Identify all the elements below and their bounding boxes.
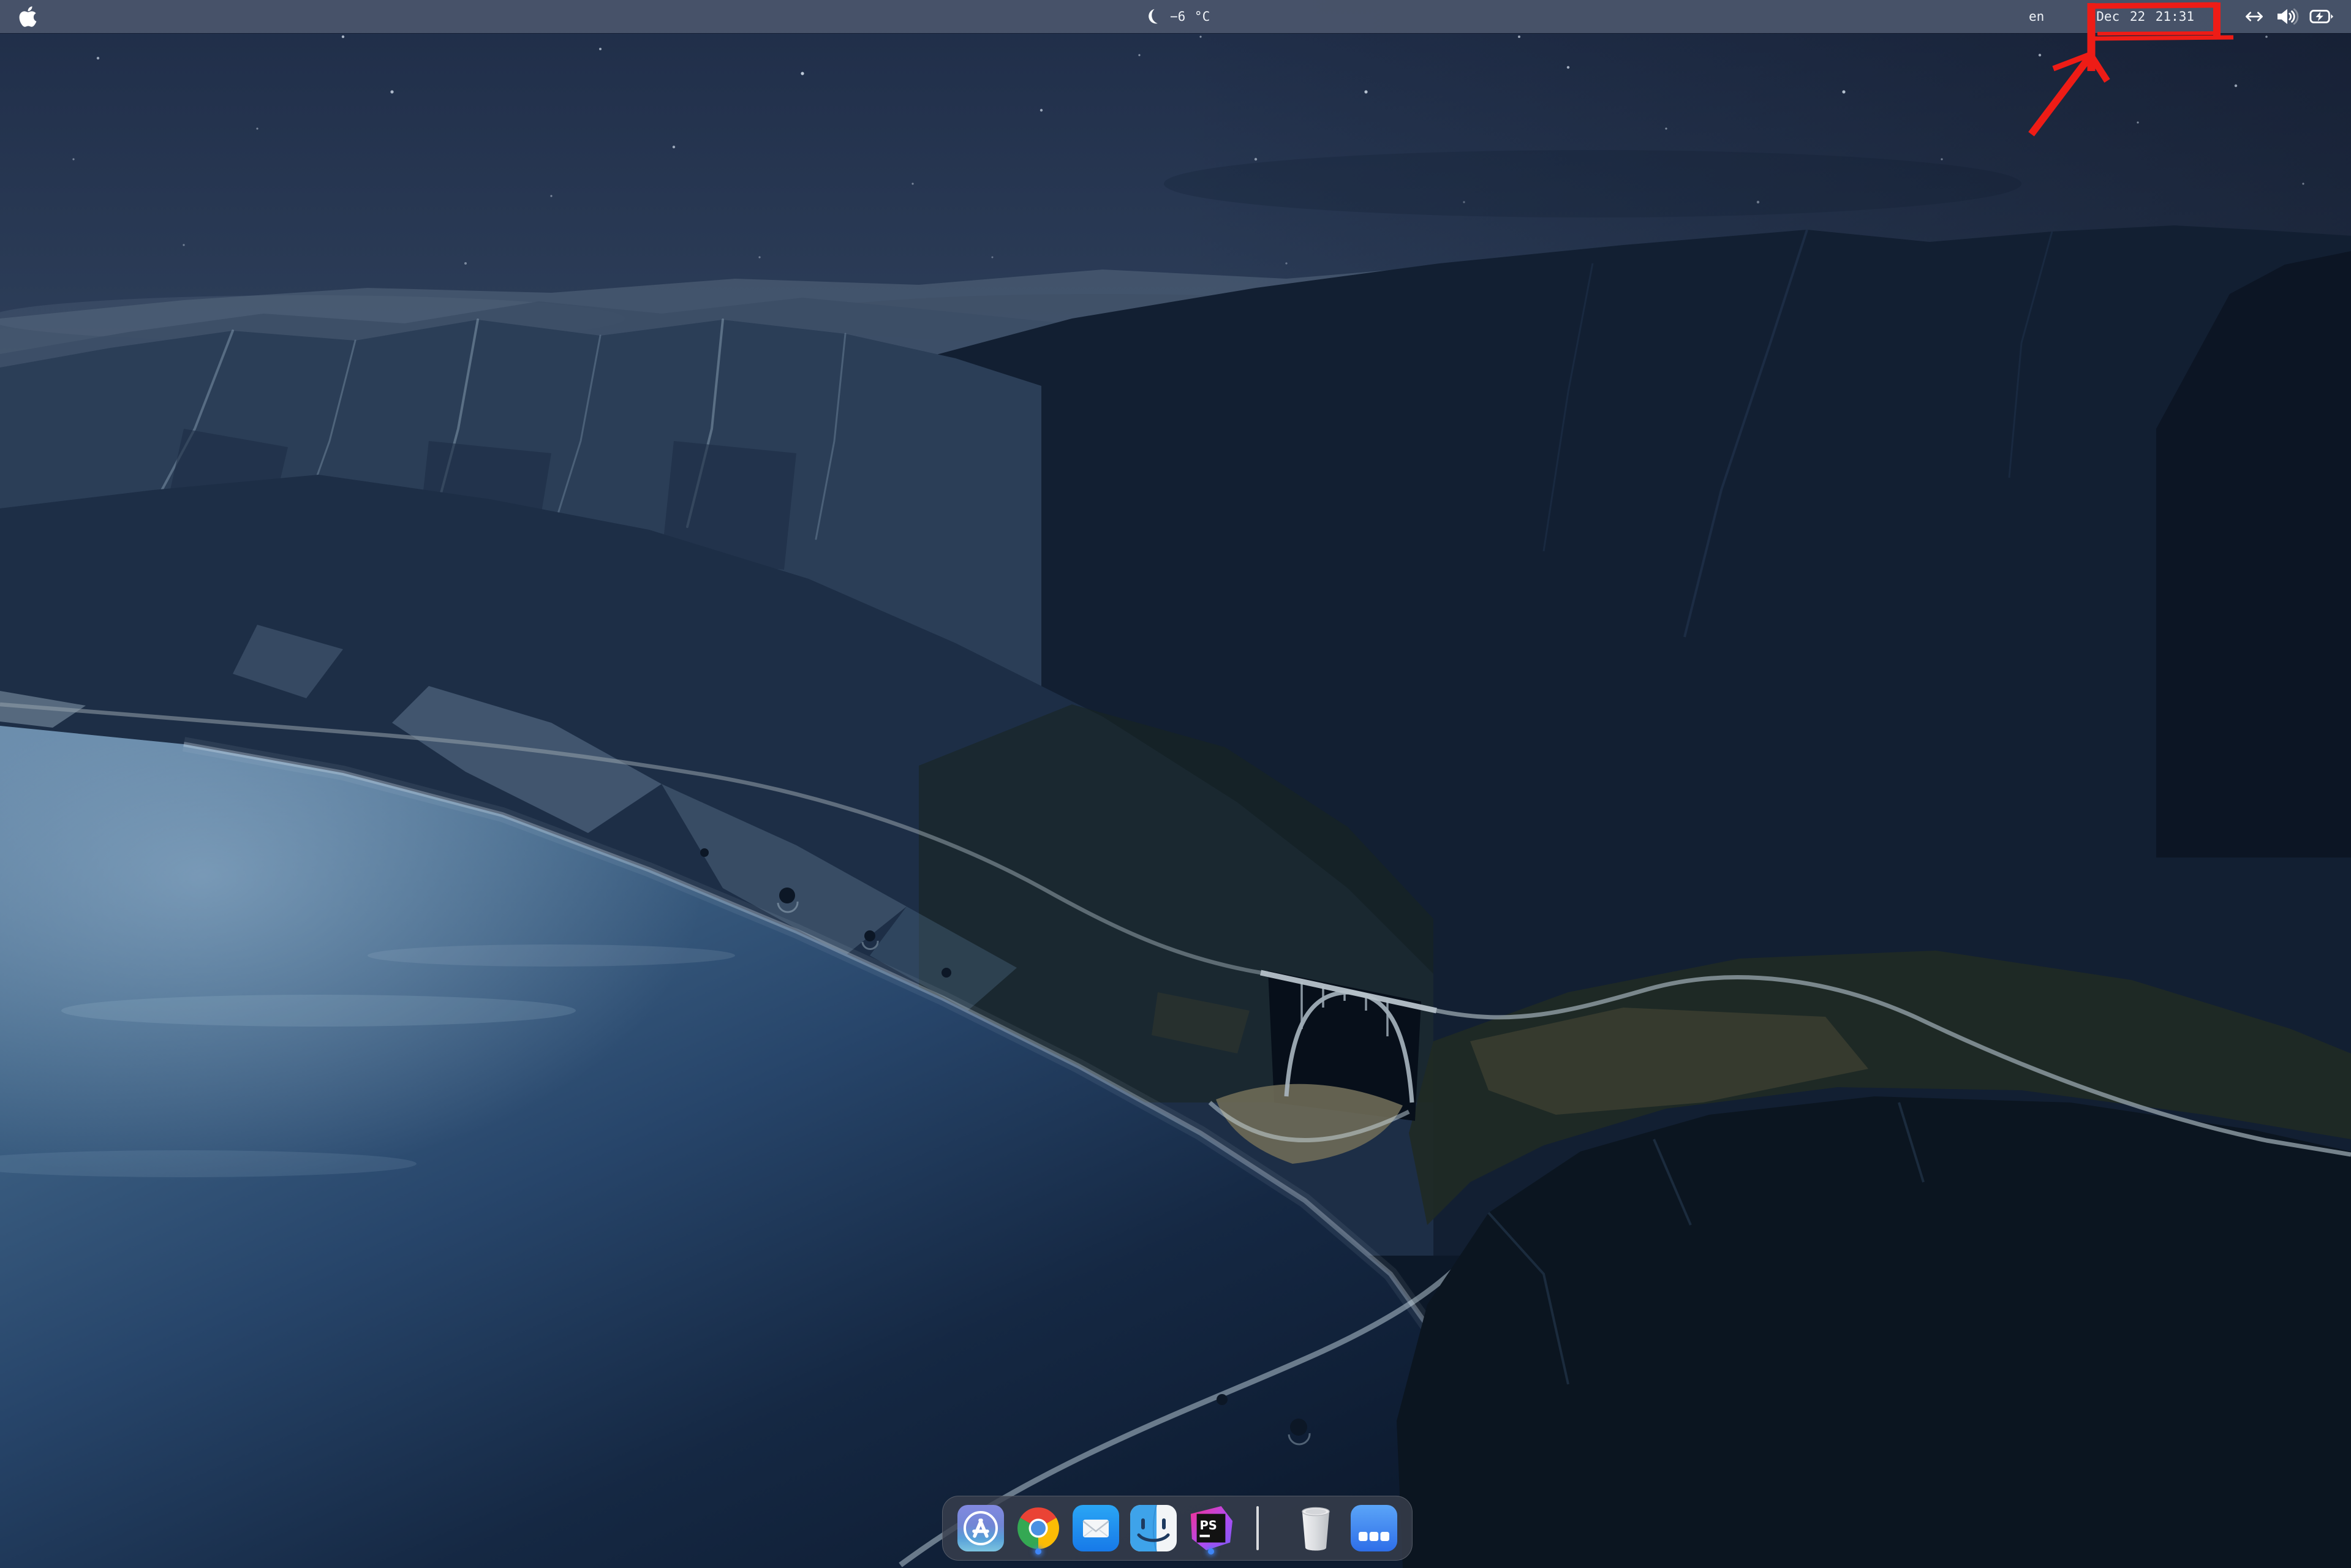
- mail-icon: [1073, 1505, 1119, 1551]
- menu-bar-clock[interactable]: Dec 22 21:31: [2096, 0, 2194, 33]
- volume-menu[interactable]: [2275, 0, 2300, 33]
- running-indicator: [1035, 1548, 1041, 1555]
- dock-item-trash[interactable]: [1297, 1500, 1335, 1556]
- finder-icon: [1130, 1505, 1177, 1551]
- input-switch-menu[interactable]: [2243, 0, 2265, 33]
- temperature-label: −6 °C: [1170, 9, 1210, 24]
- dock-item-app-store[interactable]: [957, 1500, 1004, 1556]
- launcher-grid-icon: [1351, 1505, 1397, 1551]
- apple-menu-button[interactable]: [18, 0, 37, 33]
- left-right-arrow-icon: [2243, 9, 2265, 24]
- desktop: −6 °C en Dec 22 21:31: [0, 0, 2351, 1568]
- svg-text:PS: PS: [1199, 1518, 1217, 1532]
- dock-item-finder[interactable]: [1130, 1500, 1177, 1556]
- dock-item-mail[interactable]: [1073, 1500, 1119, 1556]
- app-store-icon: [957, 1505, 1004, 1551]
- dock-item-phpstorm[interactable]: PS: [1188, 1500, 1234, 1556]
- battery-charging-icon: [2309, 8, 2334, 25]
- chrome-icon: [1015, 1505, 1062, 1551]
- dock-separator: [1256, 1506, 1259, 1550]
- crescent-moon-icon: [1145, 9, 1161, 25]
- phpstorm-icon: PS: [1188, 1504, 1234, 1552]
- volume-icon: [2275, 7, 2300, 26]
- battery-menu[interactable]: [2309, 0, 2334, 33]
- trash-icon: [1297, 1504, 1334, 1553]
- apple-logo-icon: [18, 5, 37, 28]
- menu-bar: −6 °C en Dec 22 21:31: [0, 0, 2351, 33]
- keyboard-layout-indicator[interactable]: en: [2029, 0, 2044, 33]
- weather-widget[interactable]: −6 °C: [1145, 0, 1210, 33]
- dock: PS: [942, 1496, 1413, 1561]
- wallpaper-big-sur-night: [0, 0, 2351, 1568]
- running-indicator: [1208, 1548, 1214, 1555]
- dock-item-launcher[interactable]: [1351, 1500, 1397, 1556]
- dock-item-chrome[interactable]: [1015, 1500, 1062, 1556]
